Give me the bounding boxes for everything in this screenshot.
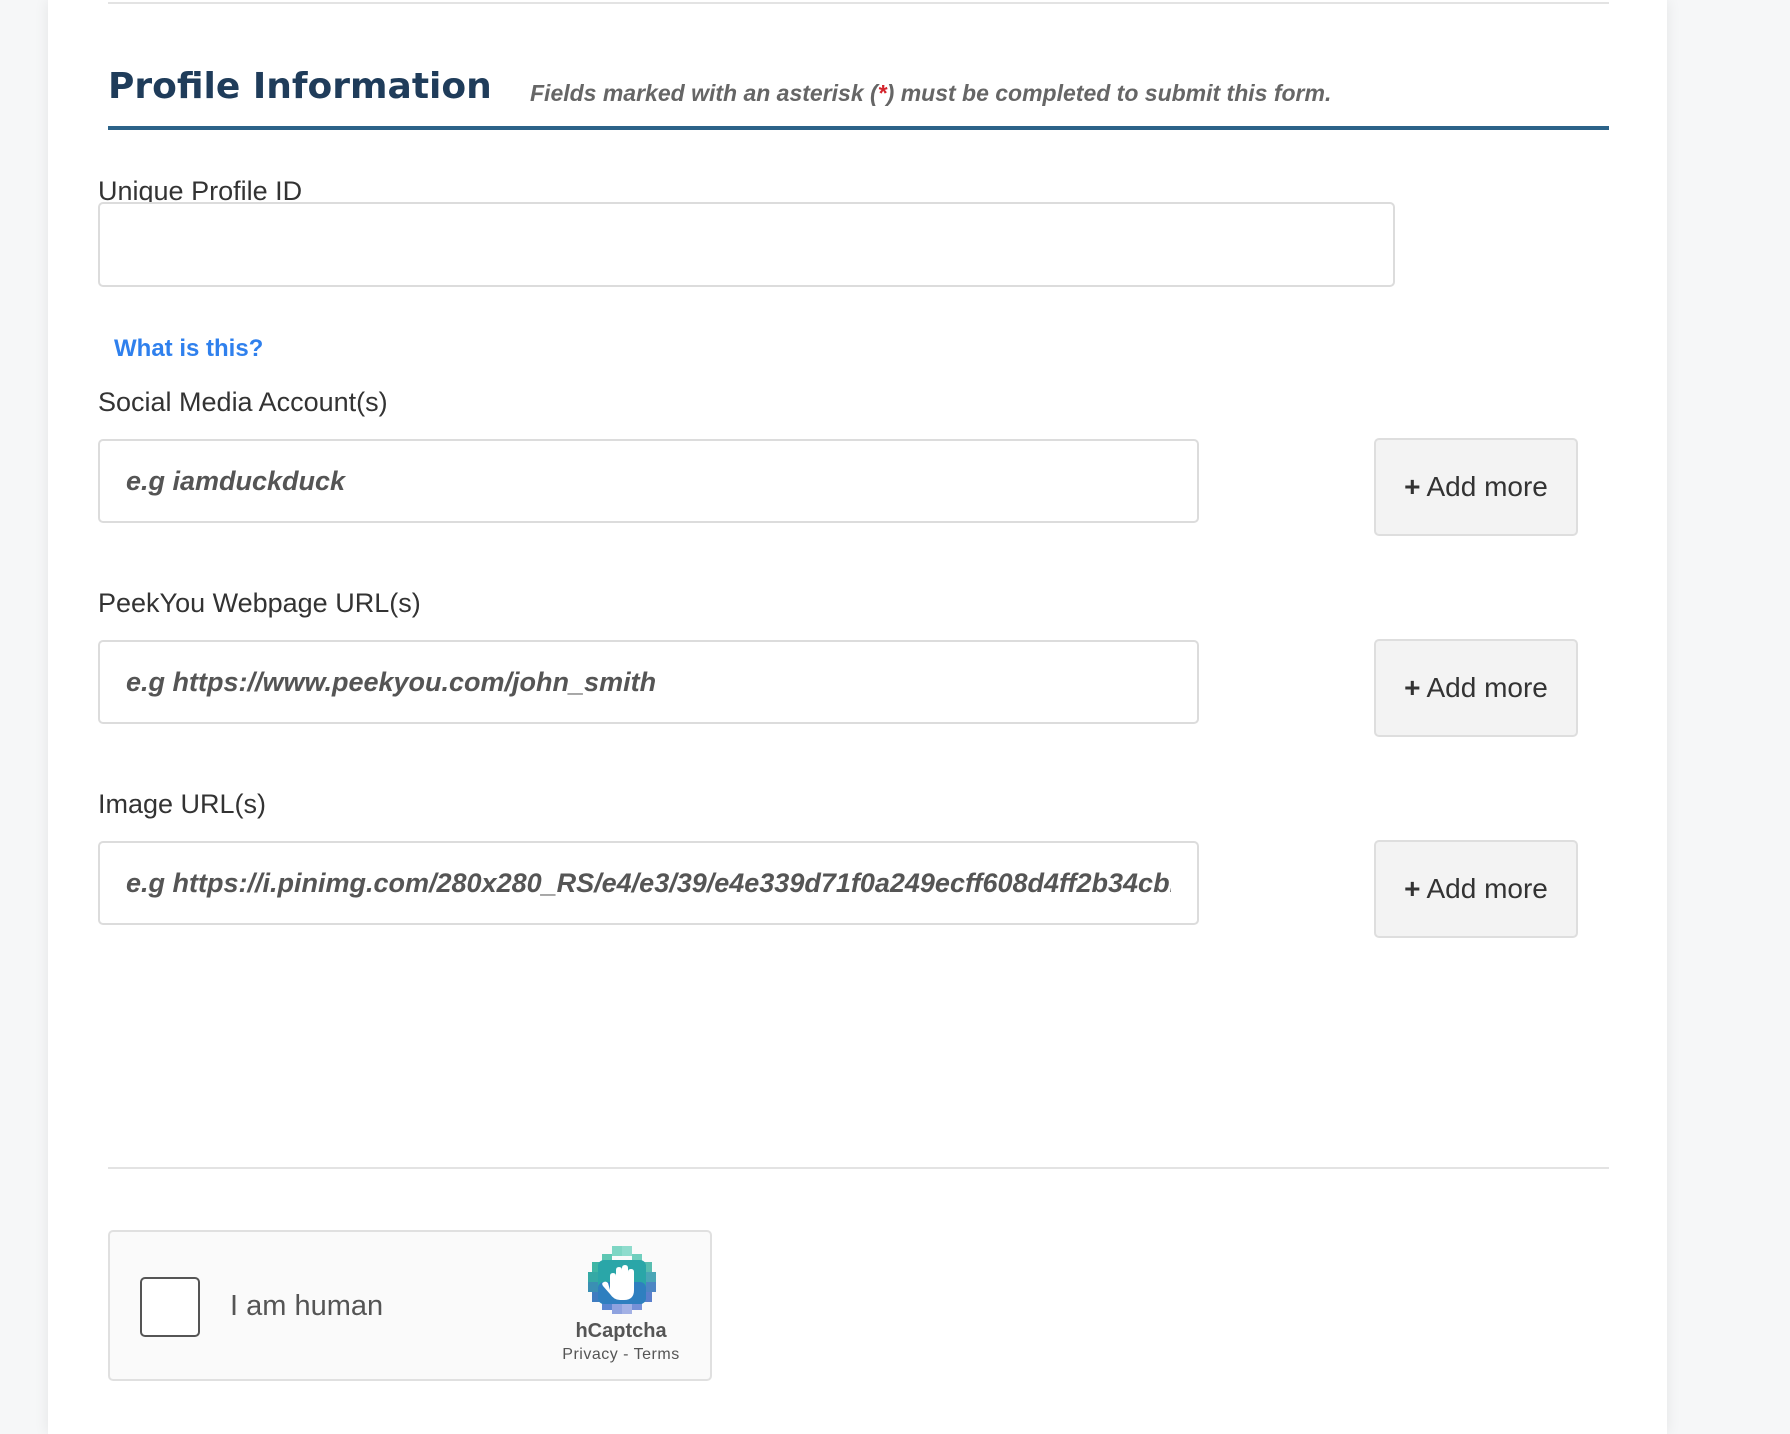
bottom-divider bbox=[108, 1167, 1609, 1169]
plus-icon: + bbox=[1404, 672, 1421, 703]
peekyou-url-add-more-button[interactable]: + Add more bbox=[1374, 639, 1578, 737]
terms-link[interactable]: Terms bbox=[634, 1346, 680, 1363]
hcaptcha-logo-icon bbox=[588, 1246, 656, 1314]
section-header: Profile Information Fields marked with a… bbox=[108, 60, 1609, 130]
social-media-input[interactable] bbox=[98, 439, 1199, 523]
links-separator: - bbox=[618, 1346, 634, 1363]
plus-icon: + bbox=[1404, 873, 1421, 904]
hcaptcha-widget: I am human hCaptcha Privacy - Terms bbox=[108, 1230, 712, 1381]
top-divider bbox=[108, 2, 1609, 4]
required-fields-note: Fields marked with an asterisk (*) must … bbox=[530, 80, 1331, 107]
social-media-label: Social Media Account(s) bbox=[98, 387, 388, 417]
add-more-label: Add more bbox=[1426, 873, 1548, 904]
captcha-label: I am human bbox=[230, 1290, 384, 1322]
peekyou-url-input[interactable] bbox=[98, 640, 1199, 724]
note-text-before: Fields marked with an asterisk ( bbox=[530, 80, 878, 106]
image-url-add-more-button[interactable]: + Add more bbox=[1374, 840, 1578, 938]
add-more-label: Add more bbox=[1426, 672, 1548, 703]
hcaptcha-brand: hCaptcha bbox=[575, 1320, 667, 1342]
privacy-link[interactable]: Privacy bbox=[562, 1346, 618, 1363]
what-is-this-link[interactable]: What is this? bbox=[114, 335, 263, 363]
required-asterisk: * bbox=[877, 80, 887, 106]
social-media-add-more-button[interactable]: + Add more bbox=[1374, 438, 1578, 536]
add-more-label: Add more bbox=[1426, 471, 1548, 502]
note-text-after: ) must be completed to submit this form. bbox=[886, 80, 1332, 106]
image-url-label: Image URL(s) bbox=[98, 789, 267, 819]
captcha-links: Privacy - Terms bbox=[510, 1346, 732, 1364]
plus-icon: + bbox=[1404, 471, 1421, 502]
section-title: Profile Information bbox=[108, 66, 492, 107]
image-url-input[interactable] bbox=[98, 841, 1199, 925]
profile-id-input[interactable] bbox=[98, 202, 1395, 287]
peekyou-url-label: PeekYou Webpage URL(s) bbox=[98, 588, 421, 618]
human-checkbox[interactable] bbox=[140, 1277, 200, 1337]
form-card: Profile Information Fields marked with a… bbox=[48, 0, 1667, 1434]
